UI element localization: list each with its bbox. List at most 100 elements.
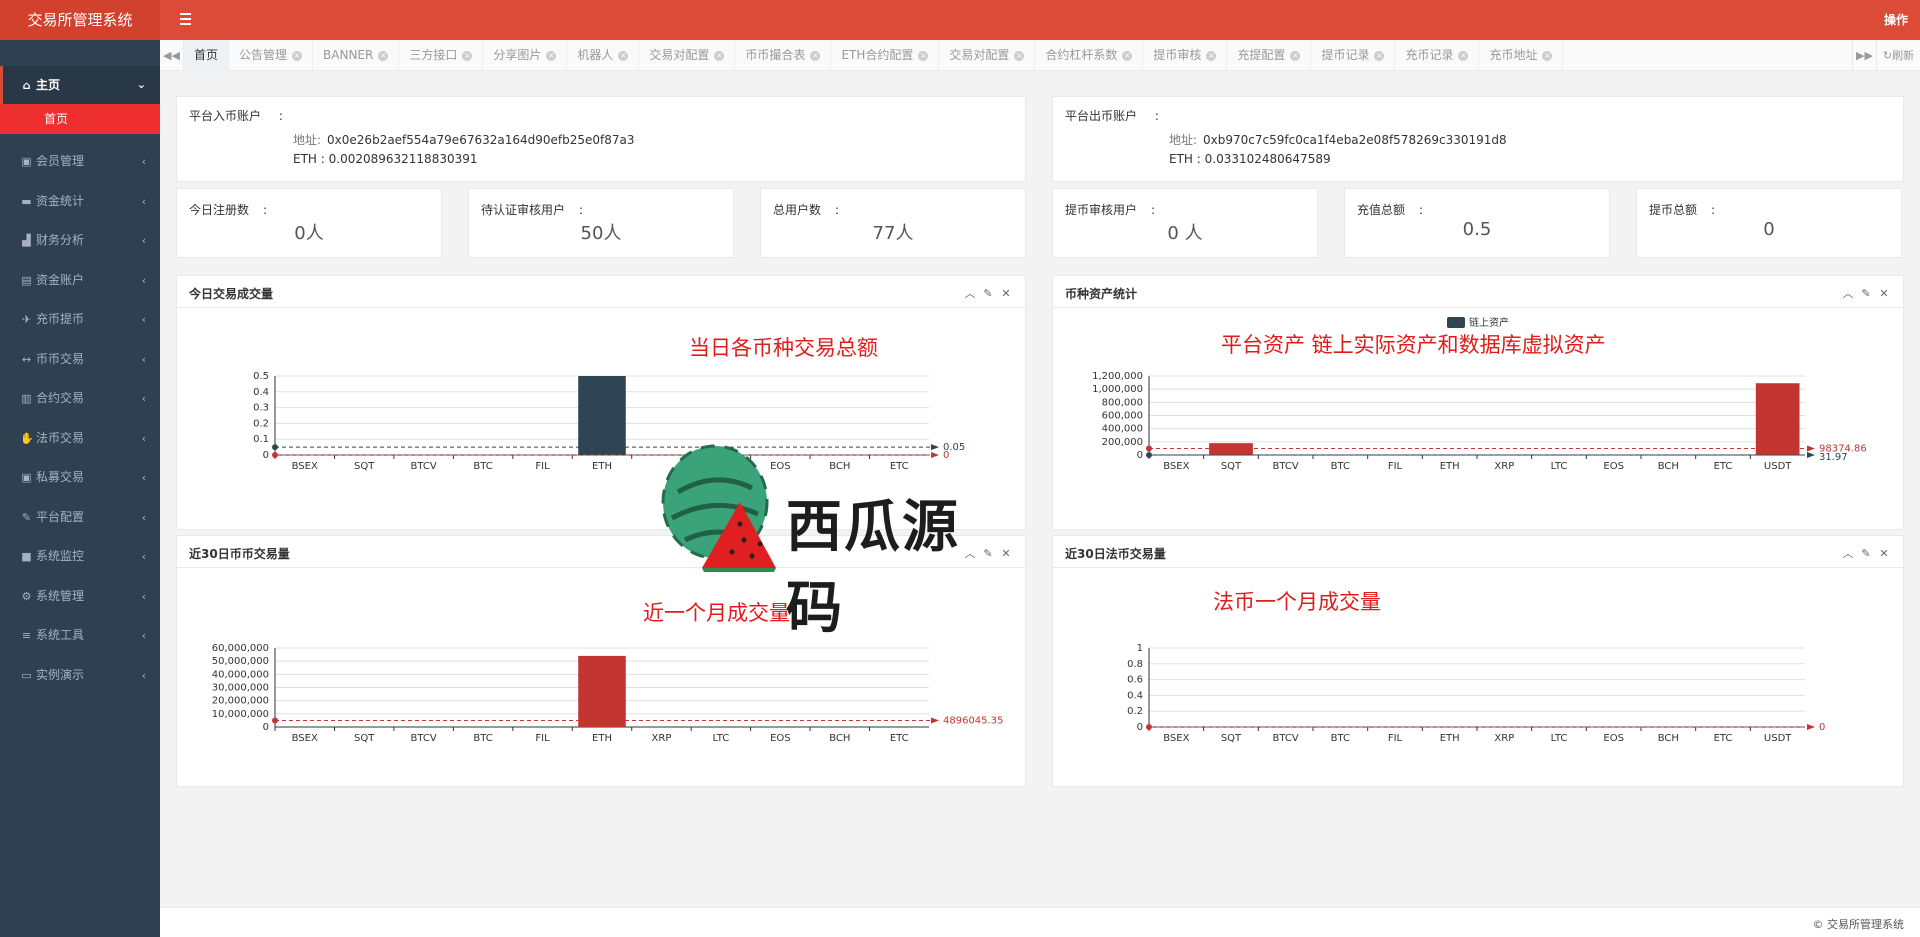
x-tick-label: LTC bbox=[713, 733, 730, 744]
tab-close-icon[interactable]: × bbox=[1374, 50, 1385, 61]
collapse-icon[interactable]: ︿ bbox=[1839, 545, 1857, 561]
mark-line-arrow bbox=[1807, 445, 1815, 452]
bar-eth bbox=[578, 655, 626, 727]
sidebar-item-label: 充币提币 bbox=[36, 312, 85, 326]
refresh-button[interactable]: ↻刷新 bbox=[1876, 40, 1920, 71]
sidebar-item-10[interactable]: ✎ 平台配置 ‹ bbox=[0, 498, 160, 538]
tab-3[interactable]: 三方接口 × bbox=[399, 40, 484, 71]
tab-close-icon[interactable]: × bbox=[1290, 50, 1301, 61]
y-tick-label: 0.4 bbox=[253, 387, 269, 398]
y-tick-label: 40,000,000 bbox=[212, 669, 269, 680]
sidebar-item-label: 平台配置 bbox=[36, 509, 85, 524]
sidebar-item-12[interactable]: ⚙ 系统管理 ‹ bbox=[0, 577, 160, 617]
book-icon: ▥ bbox=[21, 392, 32, 405]
tab-close-icon[interactable]: × bbox=[378, 50, 389, 61]
sidebar-item-13[interactable]: ≡ 系统工具 ‹ bbox=[0, 616, 160, 656]
close-icon[interactable]: ✕ bbox=[1875, 547, 1893, 560]
sidebar-item-8[interactable]: ✋ 法币交易 ‹ bbox=[0, 419, 160, 459]
stat-title: 今日注册数: bbox=[189, 203, 268, 217]
tab-0[interactable]: 首页 bbox=[184, 40, 230, 71]
tab-close-icon[interactable]: × bbox=[462, 50, 473, 61]
chart-panel-fiat30: 近30日法币交易量 ︿ ✎ ✕ 0 0.2 0.4 0.6 0.8 1 BSEX SQT BTCV B… bbox=[1052, 535, 1904, 787]
tab-close-icon[interactable]: × bbox=[292, 50, 303, 61]
tab-close-icon[interactable]: × bbox=[1014, 50, 1025, 61]
sidebar-item-0[interactable]: ⌂ 主页 ⌄ bbox=[0, 66, 160, 104]
tab-close-icon[interactable]: × bbox=[918, 50, 929, 61]
outbound-eth-balance: 0.033102480647589 bbox=[1204, 152, 1331, 166]
menu-toggle-icon[interactable] bbox=[176, 10, 196, 30]
x-tick-label: LTC bbox=[1551, 733, 1568, 744]
tab-5[interactable]: 机器人 × bbox=[567, 40, 640, 71]
sidebar-item-label: 系统工具 bbox=[36, 628, 85, 642]
tab-close-icon[interactable]: × bbox=[546, 50, 557, 61]
camera-icon: ■ bbox=[21, 550, 32, 563]
submenu-home[interactable]: 首页 bbox=[0, 104, 160, 134]
tab-close-icon[interactable]: × bbox=[1458, 50, 1469, 61]
sidebar-item-6[interactable]: ↔ 币币交易 ‹ bbox=[0, 340, 160, 380]
tab-close-icon[interactable]: × bbox=[1122, 50, 1133, 61]
chart-annotation: 平台资产 链上实际资产和数据库虚拟资产 bbox=[1221, 333, 1606, 357]
tab-14[interactable]: 充币记录 × bbox=[1395, 40, 1480, 71]
tab-close-icon[interactable]: × bbox=[618, 50, 629, 61]
wallet-icon: ▬ bbox=[21, 194, 32, 208]
inbound-address: 0x0e26b2aef554a79e67632a164d90efb25e0f87… bbox=[327, 133, 635, 147]
tab-scroll-left-icon[interactable]: ◀◀ bbox=[160, 40, 184, 71]
tab-9[interactable]: 交易对配置 × bbox=[939, 40, 1036, 71]
tab-10[interactable]: 合约杠杆系数 × bbox=[1035, 40, 1144, 71]
tab-label: 公告管理 bbox=[239, 48, 288, 62]
wrench-icon[interactable]: ✎ bbox=[1857, 547, 1875, 560]
tab-8[interactable]: ETH合约配置 × bbox=[831, 40, 940, 71]
tab-close-icon[interactable]: × bbox=[810, 50, 821, 61]
tab-2[interactable]: BANNER × bbox=[313, 40, 400, 71]
config-icon: ✎ bbox=[21, 510, 32, 524]
tab-7[interactable]: 币币撮合表 × bbox=[735, 40, 832, 71]
tab-4[interactable]: 分享图片 × bbox=[483, 40, 568, 71]
stat-title: 提币总额: bbox=[1649, 203, 1716, 217]
x-tick-label: BTCV bbox=[1273, 461, 1299, 472]
chevron-left-icon: ‹ bbox=[141, 471, 146, 484]
collapse-icon[interactable]: ︿ bbox=[961, 285, 979, 301]
tab-15[interactable]: 充币地址 × bbox=[1479, 40, 1564, 71]
close-icon[interactable]: ✕ bbox=[1875, 287, 1893, 300]
operations-menu[interactable]: 操作 bbox=[1884, 0, 1908, 40]
chart-annotation: 法币一个月成交量 bbox=[1213, 590, 1381, 614]
x-tick-label: SQT bbox=[354, 461, 375, 472]
chart-title: 今日交易成交量 bbox=[189, 287, 274, 301]
x-tick-label: BSEX bbox=[292, 461, 318, 472]
y-tick-label: 400,000 bbox=[1102, 424, 1143, 435]
close-icon[interactable]: ✕ bbox=[997, 287, 1015, 300]
chevron-left-icon: ‹ bbox=[141, 510, 146, 524]
sidebar-item-9[interactable]: ▣ 私募交易 ‹ bbox=[0, 458, 160, 498]
tab-scroll-right-icon[interactable]: ▶▶ bbox=[1852, 40, 1876, 71]
tab-11[interactable]: 提币审核 × bbox=[1143, 40, 1228, 71]
sidebar-item-7[interactable]: ▥ 合约交易 ‹ bbox=[0, 379, 160, 419]
tab-12[interactable]: 充提配置 × bbox=[1227, 40, 1312, 71]
wrench-icon[interactable]: ✎ bbox=[1857, 287, 1875, 300]
tab-close-icon[interactable]: × bbox=[1206, 50, 1217, 61]
x-tick-label: BCH bbox=[1658, 461, 1679, 472]
tab-close-icon[interactable]: × bbox=[1542, 50, 1553, 61]
stat-title: 待认证审核用户: bbox=[481, 203, 584, 217]
tab-6[interactable]: 交易对配置 × bbox=[639, 40, 736, 71]
wrench-icon[interactable]: ✎ bbox=[979, 287, 997, 300]
sidebar-item-4[interactable]: ▤ 资金账户 ‹ bbox=[0, 261, 160, 301]
chart-annotation: 近一个月成交量 bbox=[643, 601, 790, 625]
sidebar-item-label: 系统管理 bbox=[36, 588, 85, 603]
chart-title: 近30日币币交易量 bbox=[189, 547, 290, 561]
sidebar-item-3[interactable]: ▟ 财务分析 ‹ bbox=[0, 221, 160, 261]
sidebar-item-11[interactable]: ■ 系统监控 ‹ bbox=[0, 537, 160, 577]
tab-1[interactable]: 公告管理 × bbox=[229, 40, 314, 71]
sidebar-item-14[interactable]: ▭ 实例演示 ‹ bbox=[0, 656, 160, 696]
collapse-icon[interactable]: ︿ bbox=[1839, 285, 1857, 301]
user-card-icon: ▣ bbox=[21, 471, 32, 484]
inbound-address-row: 地址: 0x0e26b2aef554a79e67632a164d90efb25e0… bbox=[293, 133, 635, 147]
mark-line-label: 4896045.35 bbox=[943, 716, 1003, 727]
sidebar-item-1[interactable]: ▣ 会员管理 ‹ bbox=[0, 142, 160, 182]
tab-close-icon[interactable]: × bbox=[714, 50, 725, 61]
x-tick-label: ETH bbox=[1440, 733, 1460, 744]
tab-13[interactable]: 提币记录 × bbox=[1311, 40, 1396, 71]
sidebar-item-5[interactable]: ✈ 充币提币 ‹ bbox=[0, 300, 160, 340]
plane-icon: ✈ bbox=[21, 313, 32, 326]
watermark-logo: 西瓜源码 bbox=[640, 440, 1010, 641]
sidebar-item-2[interactable]: ▬ 资金统计 ‹ bbox=[0, 182, 160, 222]
